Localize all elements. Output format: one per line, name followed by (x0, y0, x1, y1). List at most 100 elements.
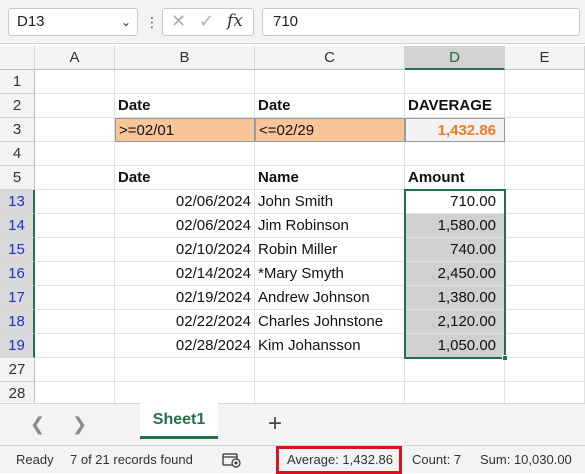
row-header-5[interactable]: 5 (0, 166, 35, 190)
table-cell-name[interactable]: Charles Johnstone (255, 310, 405, 334)
empty-cell[interactable] (505, 70, 585, 94)
row-header-17[interactable]: 17 (0, 286, 35, 310)
table-cell-date[interactable]: 02/28/2024 (115, 334, 255, 358)
empty-cell[interactable] (115, 358, 255, 382)
cancel-icon[interactable]: ✕ (171, 11, 186, 32)
empty-cell[interactable] (35, 94, 115, 118)
table-cell-amount[interactable]: 2,120.00 (405, 310, 505, 334)
empty-cell[interactable] (35, 334, 115, 358)
insert-function-icon[interactable]: fx (227, 11, 243, 31)
row-header-2[interactable]: 2 (0, 94, 35, 118)
empty-cell[interactable] (505, 334, 585, 358)
criteria-header-daverage[interactable]: DAVERAGE (405, 94, 505, 118)
row-header-15[interactable]: 15 (0, 238, 35, 262)
empty-cell[interactable] (505, 118, 585, 142)
table-header-date[interactable]: Date (115, 166, 255, 190)
daverage-result[interactable]: 1,432.86 (405, 118, 505, 142)
more-vertical-icon[interactable]: ⋮ (145, 10, 159, 34)
table-cell-name[interactable]: John Smith (255, 190, 405, 214)
table-cell-amount[interactable]: 710.00 (405, 190, 505, 214)
empty-cell[interactable] (505, 286, 585, 310)
empty-cell[interactable] (505, 358, 585, 382)
table-cell-amount[interactable]: 2,450.00 (405, 262, 505, 286)
table-cell-date[interactable]: 02/06/2024 (115, 190, 255, 214)
chevron-down-icon[interactable]: ⌄ (121, 9, 131, 35)
table-cell-name[interactable]: Robin Miller (255, 238, 405, 262)
empty-cell[interactable] (115, 142, 255, 166)
empty-cell[interactable] (35, 214, 115, 238)
row-header-14[interactable]: 14 (0, 214, 35, 238)
empty-cell[interactable] (35, 262, 115, 286)
name-box[interactable]: D13 ⌄ (8, 8, 138, 36)
empty-cell[interactable] (505, 262, 585, 286)
sheet-tab-sheet1[interactable]: Sheet1 (140, 403, 218, 439)
empty-cell[interactable] (35, 238, 115, 262)
row-header-18[interactable]: 18 (0, 310, 35, 334)
empty-cell[interactable] (505, 310, 585, 334)
table-cell-amount[interactable]: 740.00 (405, 238, 505, 262)
empty-cell[interactable] (405, 358, 505, 382)
select-all-corner[interactable] (0, 46, 35, 70)
row-header-27[interactable]: 27 (0, 358, 35, 382)
enter-check-icon[interactable]: ✓ (199, 11, 214, 32)
table-header-name[interactable]: Name (255, 166, 405, 190)
row-header-19[interactable]: 19 (0, 334, 35, 358)
table-cell-name[interactable]: Andrew Johnson (255, 286, 405, 310)
criteria-value-date-2[interactable]: <=02/29 (255, 118, 405, 142)
row-header-16[interactable]: 16 (0, 262, 35, 286)
accessibility-icon[interactable] (222, 452, 242, 468)
status-count[interactable]: Count: 7 (412, 446, 461, 474)
table-cell-date[interactable]: 02/06/2024 (115, 214, 255, 238)
formula-input[interactable]: 710 (262, 8, 580, 36)
empty-cell[interactable] (115, 70, 255, 94)
status-sum[interactable]: Sum: 10,030.00 (480, 446, 572, 474)
table-cell-name[interactable]: Jim Robinson (255, 214, 405, 238)
table-cell-amount[interactable]: 1,580.00 (405, 214, 505, 238)
criteria-header-date-2[interactable]: Date (255, 94, 405, 118)
empty-cell[interactable] (35, 286, 115, 310)
fill-handle[interactable] (502, 355, 508, 361)
empty-cell[interactable] (505, 190, 585, 214)
empty-cell[interactable] (35, 166, 115, 190)
criteria-value-date-1[interactable]: >=02/01 (115, 118, 255, 142)
empty-cell[interactable] (35, 70, 115, 94)
empty-cell[interactable] (505, 214, 585, 238)
table-cell-date[interactable]: 02/10/2024 (115, 238, 255, 262)
table-cell-name[interactable]: *Mary Smyth (255, 262, 405, 286)
row-header-13[interactable]: 13 (0, 190, 35, 214)
status-average[interactable]: Average: 1,432.86 (276, 446, 402, 474)
row-header-3[interactable]: 3 (0, 118, 35, 142)
empty-cell[interactable] (505, 142, 585, 166)
column-header-a[interactable]: A (35, 46, 115, 70)
empty-cell[interactable] (405, 142, 505, 166)
empty-cell[interactable] (505, 94, 585, 118)
column-header-e[interactable]: E (505, 46, 585, 70)
empty-cell[interactable] (255, 70, 405, 94)
empty-cell[interactable] (35, 190, 115, 214)
empty-cell[interactable] (405, 70, 505, 94)
column-header-b[interactable]: B (115, 46, 255, 70)
table-cell-date[interactable]: 02/19/2024 (115, 286, 255, 310)
empty-cell[interactable] (35, 118, 115, 142)
empty-cell[interactable] (505, 238, 585, 262)
table-cell-name[interactable]: Kim Johansson (255, 334, 405, 358)
chevron-left-icon[interactable]: ❮ (30, 414, 45, 435)
row-header-1[interactable]: 1 (0, 70, 35, 94)
table-cell-date[interactable]: 02/22/2024 (115, 310, 255, 334)
empty-cell[interactable] (35, 310, 115, 334)
criteria-header-date-1[interactable]: Date (115, 94, 255, 118)
empty-cell[interactable] (505, 166, 585, 190)
empty-cell[interactable] (35, 142, 115, 166)
column-header-c[interactable]: C (255, 46, 405, 70)
empty-cell[interactable] (255, 142, 405, 166)
row-header-4[interactable]: 4 (0, 142, 35, 166)
table-cell-amount[interactable]: 1,050.00 (405, 334, 505, 358)
empty-cell[interactable] (35, 358, 115, 382)
empty-cell[interactable] (255, 358, 405, 382)
table-cell-amount[interactable]: 1,380.00 (405, 286, 505, 310)
add-sheet-button[interactable]: + (268, 410, 282, 438)
table-cell-date[interactable]: 02/14/2024 (115, 262, 255, 286)
chevron-right-icon[interactable]: ❯ (72, 414, 87, 435)
column-header-d[interactable]: D (405, 46, 505, 70)
table-header-amount[interactable]: Amount (405, 166, 505, 190)
